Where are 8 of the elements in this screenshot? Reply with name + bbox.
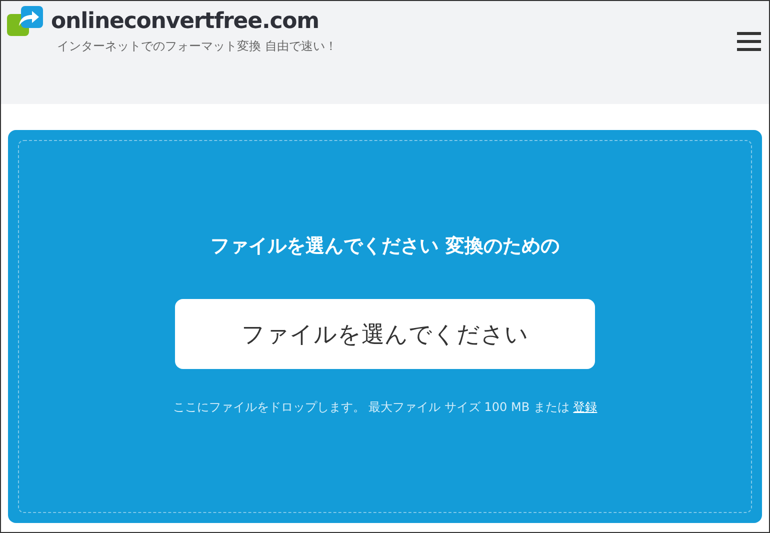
logo-text[interactable]: onlineconvertfree.com bbox=[51, 8, 319, 34]
menu-icon[interactable] bbox=[737, 31, 761, 51]
choose-file-button[interactable]: ファイルを選んでください bbox=[175, 299, 595, 369]
logo-icon bbox=[7, 6, 45, 36]
drop-hint: ここにファイルをドロップします。 最大ファイル サイズ 100 MB または 登録 bbox=[172, 399, 598, 416]
upload-heading: ファイルを選んでください 変換のための bbox=[210, 234, 560, 259]
drop-zone[interactable]: ファイルを選んでください 変換のための ファイルを選んでください ここにファイルをドロップします。 最大ファイル サイズ 100 MB または 登録 bbox=[18, 140, 752, 513]
tagline: インターネットでのフォーマット変換 自由で速い！ bbox=[57, 38, 337, 55]
